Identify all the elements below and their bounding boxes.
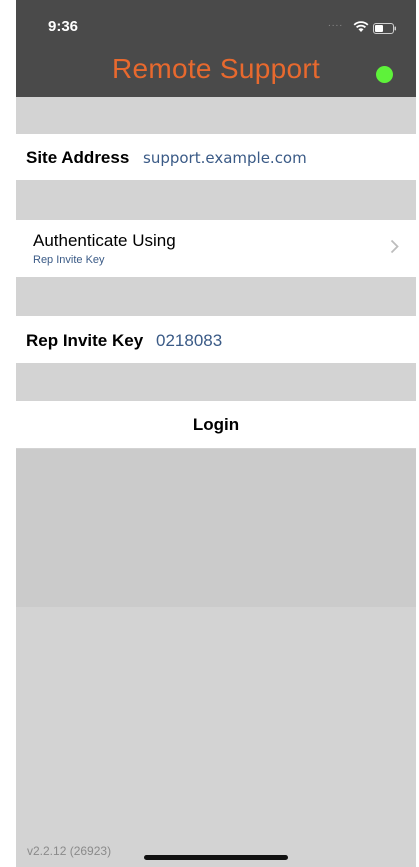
site-address-label: Site Address: [26, 148, 130, 167]
authenticate-using-value: Rep Invite Key: [33, 254, 105, 266]
signal-dots: ....: [328, 18, 344, 29]
connection-status-indicator: [376, 66, 393, 83]
status-time: 9:36: [48, 18, 79, 35]
blank-panel: [16, 449, 416, 607]
app-screen: 9:36 .... Remote Support Site Address su…: [16, 0, 416, 867]
authenticate-using-row[interactable]: Authenticate Using Rep Invite Key: [16, 220, 416, 277]
login-button[interactable]: Login: [16, 401, 416, 448]
rep-invite-key-row[interactable]: Rep Invite Key 0218083: [16, 316, 416, 363]
chevron-right-icon: [390, 238, 399, 259]
site-address-field[interactable]: support.example.com: [143, 149, 307, 167]
authenticate-using-label: Authenticate Using: [33, 231, 176, 250]
wifi-icon: [353, 20, 369, 38]
battery-icon: [373, 21, 397, 39]
login-label: Login: [192, 415, 240, 434]
site-address-row[interactable]: Site Address support.example.com: [16, 134, 416, 180]
version-label: v2.2.12 (26923): [27, 844, 112, 858]
rep-invite-key-field[interactable]: 0218083: [156, 331, 222, 351]
home-indicator[interactable]: [144, 855, 288, 860]
app-title: Remote Support: [111, 53, 321, 84]
app-header: 9:36 .... Remote Support: [16, 0, 416, 97]
rep-invite-key-label: Rep Invite Key: [26, 331, 144, 350]
